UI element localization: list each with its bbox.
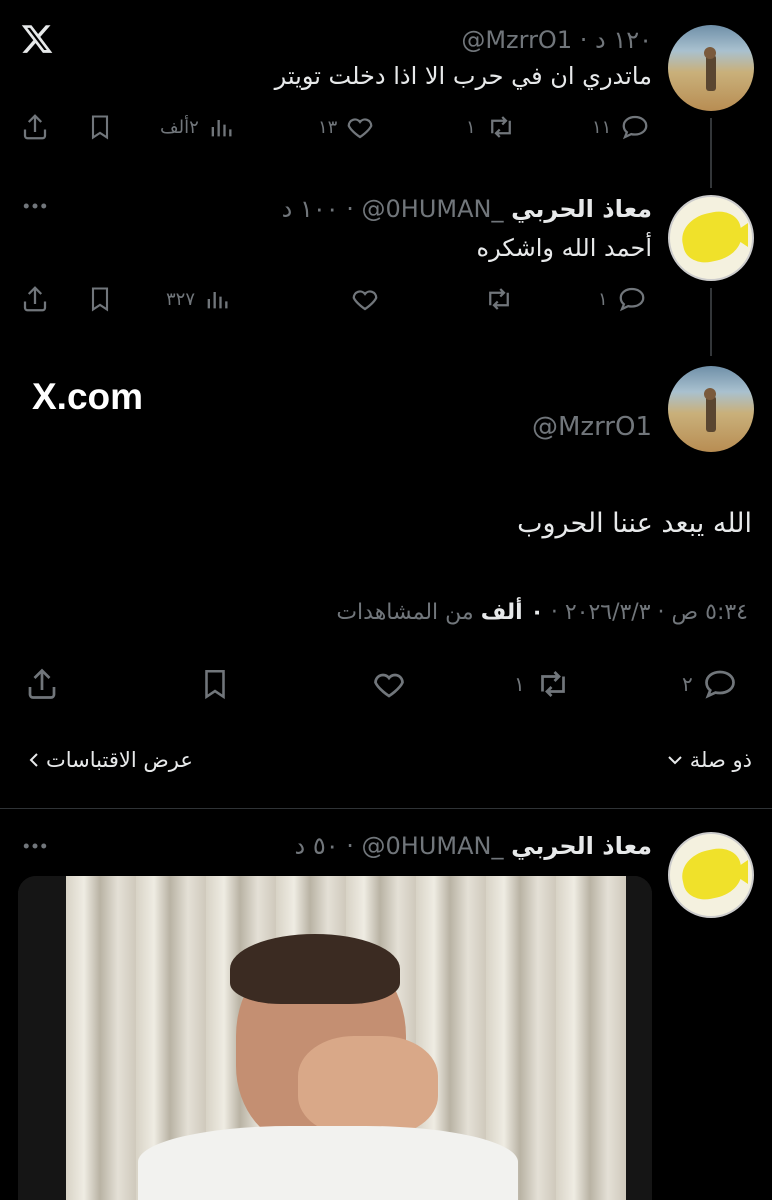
display-name[interactable]: معاذ الحربي xyxy=(511,832,652,860)
views-button[interactable]: ٢ألف xyxy=(160,112,235,142)
tweet-handle[interactable]: _0HUMAN@ xyxy=(362,195,504,223)
views-count: ٢ألف xyxy=(160,116,199,138)
share-button[interactable] xyxy=(24,666,60,702)
x-logo-icon[interactable] xyxy=(20,22,54,56)
bookmark-button[interactable] xyxy=(86,112,114,142)
more-icon xyxy=(23,203,47,209)
like-count: ١٣ xyxy=(318,116,338,138)
more-button[interactable] xyxy=(20,836,50,856)
reply-icon xyxy=(704,670,735,699)
views-button[interactable]: ٣٢٧ xyxy=(166,284,231,314)
thread-line xyxy=(710,288,712,356)
relevance-label: ذو صلة xyxy=(689,748,752,772)
repost-button[interactable]: ١ xyxy=(466,112,518,142)
views-label: من المشاهدات xyxy=(336,600,474,625)
avatar[interactable] xyxy=(668,25,754,111)
avatar[interactable] xyxy=(668,195,754,281)
reply-button[interactable]: ١ xyxy=(598,284,648,314)
tweet-text: ماتدري ان في حرب الا اذا دخلت تويتر xyxy=(274,62,652,90)
analytics-icon xyxy=(211,120,232,137)
reply-count: ١١ xyxy=(592,116,612,138)
tweet-header: معاذ الحربي _0HUMAN@ · ٥٠ د xyxy=(294,832,652,860)
tweet-handle[interactable]: @MzrrO1 xyxy=(461,26,572,54)
repost-icon xyxy=(489,288,509,310)
share-icon xyxy=(23,114,47,140)
relevance-dropdown[interactable]: ذو صلة xyxy=(664,748,752,772)
display-name[interactable]: معاذ الحربي xyxy=(511,195,652,223)
analytics-icon xyxy=(207,292,228,309)
divider xyxy=(0,808,772,809)
chevron-down-icon xyxy=(668,756,682,765)
reply-button[interactable]: ٢ xyxy=(682,666,739,702)
tweet-handle[interactable]: _0HUMAN@ xyxy=(362,832,504,860)
bookmark-icon xyxy=(205,669,225,700)
repost-button[interactable] xyxy=(482,284,516,314)
heart-icon xyxy=(352,290,378,311)
watermark: X.com xyxy=(32,376,144,417)
share-icon xyxy=(23,286,47,312)
views-count: ٠ ألف xyxy=(480,600,544,625)
tweet-media-image[interactable] xyxy=(18,876,652,1200)
bookmark-button[interactable] xyxy=(198,666,232,702)
tweet-time[interactable]: ٥٠ د xyxy=(295,832,339,860)
avatar[interactable] xyxy=(668,366,754,452)
repost-icon xyxy=(540,671,565,697)
more-button[interactable] xyxy=(20,196,50,216)
chevron-left-icon xyxy=(29,753,38,767)
tweet-time[interactable]: ١٢٠ د xyxy=(595,26,652,54)
bookmark-button[interactable] xyxy=(86,284,114,314)
reply-count: ١ xyxy=(598,288,608,310)
tweet-handle[interactable]: @MzrrO1 xyxy=(532,412,652,442)
tweet-text: أحمد الله واشكره xyxy=(476,234,652,262)
bookmark-icon xyxy=(91,287,109,312)
like-button[interactable]: ١٣ xyxy=(318,112,375,142)
like-button[interactable] xyxy=(370,666,408,702)
tweet-timestamp[interactable]: ٥:٣٤ ص · ٢٠٢٦/٣/٣ · xyxy=(551,600,748,625)
repost-button[interactable]: ١ xyxy=(514,666,573,702)
heart-icon xyxy=(374,673,404,698)
share-button[interactable] xyxy=(20,112,50,142)
repost-count: ١ xyxy=(466,116,476,138)
tweet-header: معاذ الحربي _0HUMAN@ · ١٠٠ د xyxy=(281,195,652,223)
tweet-meta: ٥:٣٤ ص · ٢٠٢٦/٣/٣ · ٠ ألف من المشاهدات xyxy=(336,600,748,625)
share-button[interactable] xyxy=(20,284,50,314)
views-count: ٣٢٧ xyxy=(166,288,196,310)
repost-icon xyxy=(490,116,511,138)
avatar[interactable] xyxy=(668,832,754,918)
reply-button[interactable]: ١١ xyxy=(592,112,651,142)
reply-count: ٢ xyxy=(682,672,693,696)
tweet-time[interactable]: ١٠٠ د xyxy=(282,195,339,223)
share-icon xyxy=(28,668,56,699)
heart-icon xyxy=(347,118,373,139)
main-tweet-text: الله يبعد عننا الحروب xyxy=(517,508,752,539)
like-button[interactable] xyxy=(350,284,380,314)
bookmark-icon xyxy=(91,115,109,140)
quotes-link[interactable]: عرض الاقتباسات xyxy=(26,748,193,772)
quotes-label: عرض الاقتباسات xyxy=(46,748,193,772)
more-icon xyxy=(23,843,47,849)
thread-line xyxy=(710,118,712,188)
tweet-header: @MzrrO1 · ١٢٠ د xyxy=(461,26,652,54)
reply-icon xyxy=(622,115,648,140)
reply-icon xyxy=(619,287,645,312)
repost-count: ١ xyxy=(514,672,525,696)
